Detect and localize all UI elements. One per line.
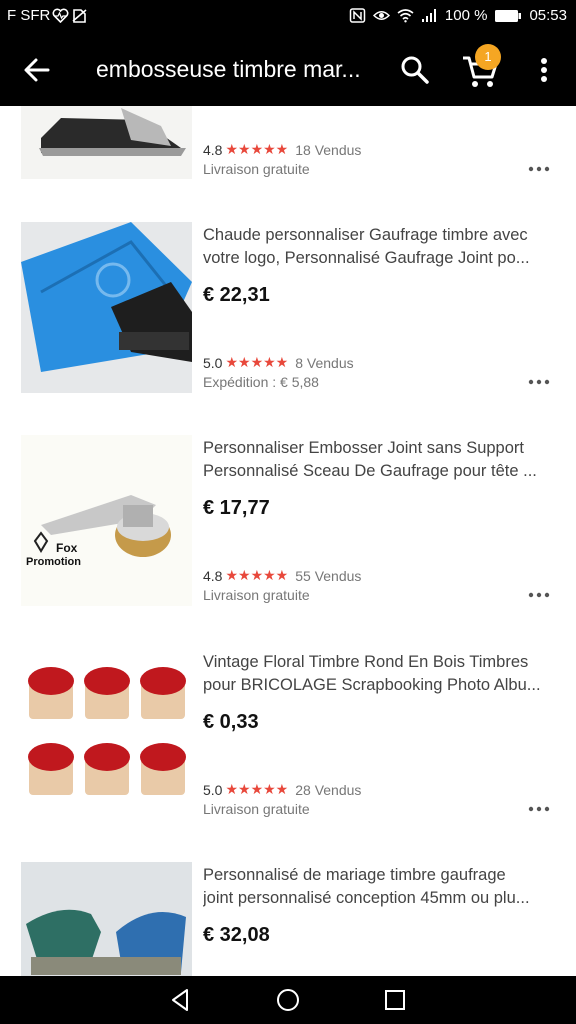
rating-value: 5.0: [203, 354, 223, 371]
more-horiz-icon[interactable]: [527, 590, 551, 600]
battery-icon: [495, 9, 522, 22]
product-title-line: pour BRICOLAGE Scrapbooking Photo Albu..…: [203, 676, 541, 694]
battery-percent: 100 %: [444, 7, 488, 24]
product-image[interactable]: Fox Promotion: [21, 435, 192, 606]
product-title-line: votre logo, Personnalisé Gaufrage Joint …: [203, 249, 530, 267]
rating-stars-icon: ★★★★★: [225, 354, 289, 370]
rating-value: 4.8: [203, 141, 223, 158]
sold-count: 18 Vendus: [295, 141, 362, 158]
rating-row: 5.0 ★★★★★ 28 Vendus: [203, 781, 361, 798]
product-title-line: Personnaliser Embosser Joint sans Suppor…: [203, 439, 524, 457]
rating-value: 4.8: [203, 567, 223, 584]
more-vert-icon[interactable]: [530, 53, 558, 87]
wooden-stamps-image: [21, 649, 192, 820]
rating-stars-icon: ★★★★★: [225, 781, 289, 797]
search-icon[interactable]: [398, 53, 432, 87]
wedding-embosser-image: [21, 862, 192, 976]
heart-monitor-icon: [52, 8, 69, 23]
sold-count: 8 Vendus: [295, 354, 354, 371]
product-title[interactable]: Personnaliser Embosser Joint sans Suppor…: [203, 437, 555, 483]
status-left: F SFR: [7, 7, 88, 24]
embosser-image: [21, 106, 192, 179]
product-title-line: Vintage Floral Timbre Rond En Bois Timbr…: [203, 653, 529, 671]
product-title[interactable]: Personnalisé de mariage timbre gaufrage …: [203, 864, 555, 910]
wifi-icon: [397, 9, 414, 23]
rating-row: 4.8 ★★★★★ 18 Vendus: [203, 141, 361, 158]
carrier-label: F SFR: [7, 7, 51, 24]
back-arrow-icon[interactable]: [20, 53, 54, 87]
sold-count: 28 Vendus: [295, 781, 362, 798]
clock: 05:53: [529, 7, 567, 24]
nav-back-icon[interactable]: [167, 986, 195, 1014]
eye-icon: [372, 11, 390, 20]
product-price: € 17,77: [203, 497, 270, 519]
product-title-line: Chaude personnaliser Gaufrage timbre ave…: [203, 226, 528, 244]
shipping-info: Livraison gratuite: [203, 801, 310, 817]
shipping-info: Livraison gratuite: [203, 161, 310, 177]
rating-stars-icon: ★★★★★: [225, 567, 289, 583]
search-query-title[interactable]: embosseuse timbre mar...: [96, 56, 378, 83]
product-price: € 0,33: [203, 711, 259, 733]
product-title-line: Personnalisé Sceau De Gaufrage pour tête…: [203, 462, 537, 480]
more-horiz-icon[interactable]: [527, 804, 551, 814]
rating-row: 4.8 ★★★★★ 55 Vendus: [203, 567, 361, 584]
more-horiz-icon[interactable]: [527, 377, 551, 387]
product-price: € 32,08: [203, 924, 270, 946]
rating-stars-icon: ★★★★★: [225, 141, 289, 157]
image-watermark-text: Fox: [56, 541, 78, 555]
nav-home-icon[interactable]: [274, 986, 302, 1014]
product-title-line: joint personnalisé conception 45mm ou pl…: [203, 889, 530, 907]
product-price: € 22,31: [203, 284, 270, 306]
system-nav-bar: [0, 976, 576, 1024]
rating-row: 5.0 ★★★★★ 8 Vendus: [203, 354, 354, 371]
envelope-embosser-image: [21, 222, 192, 393]
coin-embosser-image: [21, 435, 192, 606]
shipping-info: Livraison gratuite: [203, 587, 310, 603]
shipping-info: Expédition : € 5,88: [203, 374, 319, 390]
product-title-line: Personnalisé de mariage timbre gaufrage: [203, 866, 506, 884]
product-image[interactable]: [21, 862, 192, 976]
image-watermark-text: Promotion: [26, 556, 81, 568]
rating-value: 5.0: [203, 781, 223, 798]
status-bar: F SFR 100 % 05:53: [0, 0, 576, 33]
cart-count-badge: 1: [475, 44, 501, 70]
sold-count: 55 Vendus: [295, 567, 362, 584]
product-title[interactable]: Vintage Floral Timbre Rond En Bois Timbr…: [203, 651, 555, 697]
status-right: 100 % 05:53: [349, 7, 567, 24]
product-list: 4.8 ★★★★★ 18 Vendus Livraison gratuite C…: [0, 106, 576, 976]
product-title[interactable]: Chaude personnaliser Gaufrage timbre ave…: [203, 224, 555, 270]
signal-icon: [421, 9, 436, 22]
product-image[interactable]: [21, 106, 192, 179]
app-bar: embosseuse timbre mar... 1: [0, 33, 576, 106]
nav-recents-icon[interactable]: [381, 986, 409, 1014]
more-horiz-icon[interactable]: [527, 164, 551, 174]
product-image[interactable]: [21, 649, 192, 820]
product-image[interactable]: [21, 222, 192, 393]
no-sim-icon: [72, 9, 87, 23]
nfc-icon: [349, 8, 366, 23]
